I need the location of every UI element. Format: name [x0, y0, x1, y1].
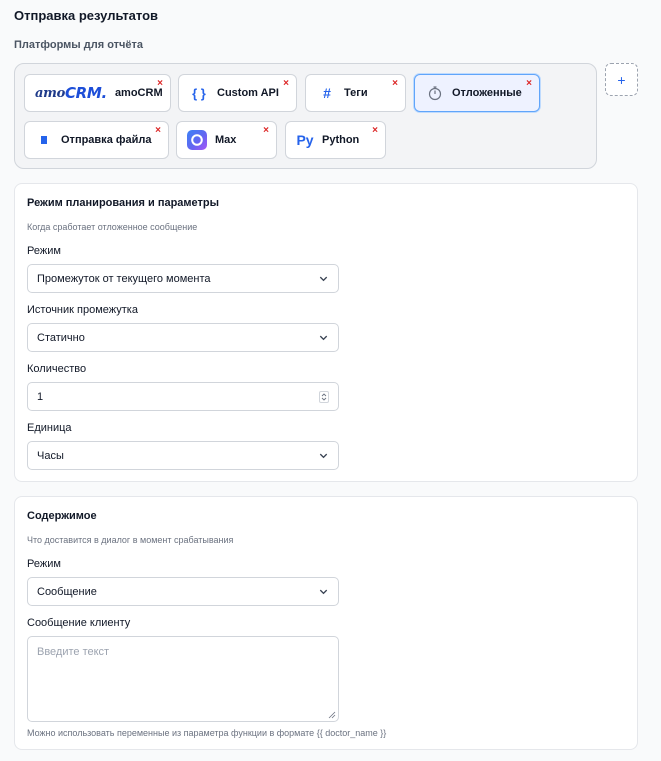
select-value: Сообщение	[37, 585, 97, 598]
platforms-container: amo CRM. amoCRM × { } Custom API × # Теги…	[14, 63, 597, 169]
platform-chip-label: Python	[322, 134, 360, 146]
python-icon: Py	[296, 132, 314, 148]
platform-chip-max[interactable]: Max ×	[176, 121, 277, 159]
stopwatch-icon	[426, 85, 444, 101]
select-value: Часы	[37, 449, 64, 462]
platform-chip-custom-api[interactable]: { } Custom API ×	[178, 74, 297, 112]
add-platform-button[interactable]: +	[605, 63, 638, 96]
max-logo	[187, 130, 207, 150]
file-icon	[35, 135, 53, 145]
mode-label: Режим	[27, 245, 61, 257]
platform-chip-tags[interactable]: # Теги ×	[305, 74, 406, 112]
variables-hint: Можно использовать переменные из парамет…	[27, 728, 387, 738]
card-subtitle: Когда сработает отложенное сообщение	[27, 222, 198, 232]
hash-icon: #	[323, 85, 331, 101]
remove-icon[interactable]: ×	[283, 79, 289, 89]
platform-chip-python[interactable]: Py Python ×	[285, 121, 386, 159]
select-value: Промежуток от текущего момента	[37, 272, 211, 285]
chevron-down-icon	[319, 589, 328, 595]
quantity-label: Количество	[27, 363, 87, 375]
remove-icon[interactable]: ×	[372, 126, 378, 136]
platform-chip-label: Custom API	[217, 87, 279, 99]
quantity-stepper[interactable]	[319, 391, 329, 403]
platform-chip-send-file[interactable]: Отправка файла ×	[24, 121, 169, 159]
platform-chip-label: Теги	[344, 87, 368, 99]
platforms-label: Платформы для отчёта	[14, 39, 144, 51]
chevron-down-icon	[319, 276, 328, 282]
schedule-card: Режим планирования и параметры Когда сра…	[14, 183, 638, 482]
select-value: Статично	[37, 331, 85, 344]
source-select[interactable]: Статично	[27, 323, 339, 352]
remove-icon[interactable]: ×	[157, 79, 163, 89]
mode-select[interactable]: Промежуток от текущего момента	[27, 264, 339, 293]
chevron-down-icon	[319, 453, 328, 459]
platform-chip-label: amoCRM	[114, 87, 163, 99]
unit-select[interactable]: Часы	[27, 441, 339, 470]
unit-label: Единица	[27, 422, 72, 434]
source-label: Источник промежутка	[27, 304, 138, 316]
amocrm-logo: amo CRM.	[35, 84, 107, 102]
platform-chip-delayed[interactable]: Отложенные ×	[414, 74, 540, 112]
content-mode-select[interactable]: Сообщение	[27, 577, 339, 606]
page-title: Отправка результатов	[14, 8, 159, 23]
card-title: Содержимое	[27, 510, 97, 522]
message-label: Сообщение клиенту	[27, 617, 131, 629]
platform-chip-label: Отложенные	[452, 87, 522, 99]
card-subtitle: Что доставится в диалог в момент срабаты…	[27, 535, 234, 545]
platform-chip-label: Отправка файла	[61, 134, 152, 146]
content-card: Содержимое Что доставится в диалог в мом…	[14, 496, 638, 750]
chevron-down-icon	[319, 335, 328, 341]
message-textarea[interactable]: Введите текст	[27, 636, 339, 722]
remove-icon[interactable]: ×	[263, 126, 269, 136]
resize-handle-icon[interactable]	[328, 711, 336, 719]
quantity-value: 1	[37, 390, 44, 403]
content-mode-label: Режим	[27, 558, 61, 570]
remove-icon[interactable]: ×	[526, 79, 532, 89]
card-title: Режим планирования и параметры	[27, 197, 220, 209]
quantity-input[interactable]: 1	[27, 382, 339, 411]
platform-chip-label: Max	[215, 134, 237, 146]
textarea-placeholder: Введите текст	[37, 646, 110, 658]
braces-icon: { }	[192, 85, 206, 101]
platform-chip-amocrm[interactable]: amo CRM. amoCRM ×	[24, 74, 171, 112]
remove-icon[interactable]: ×	[392, 79, 398, 89]
remove-icon[interactable]: ×	[155, 126, 161, 136]
